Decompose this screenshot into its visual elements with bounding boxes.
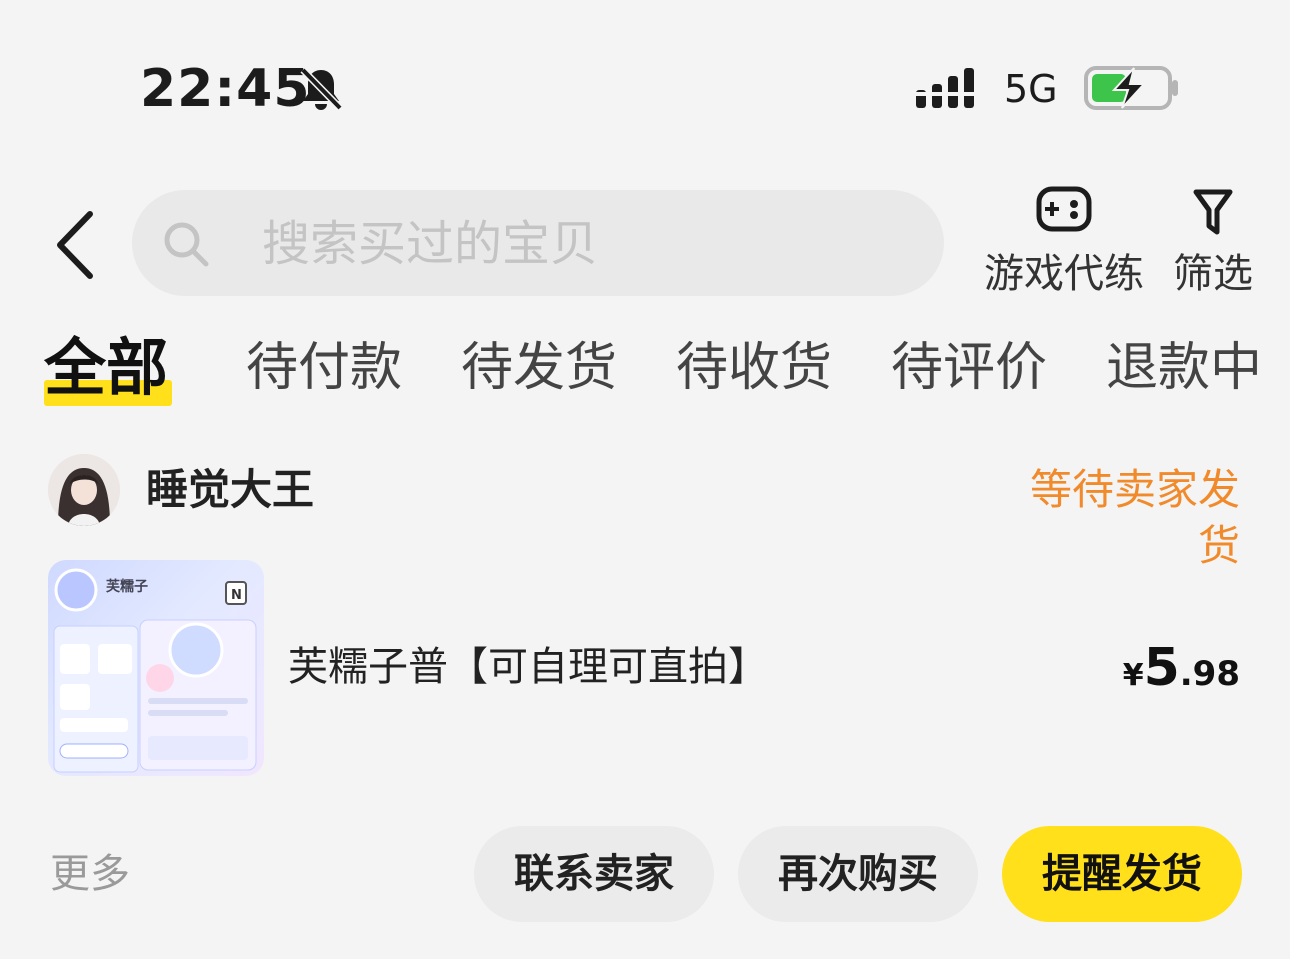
- thumbnail-text: 芙糯子: [106, 579, 148, 595]
- back-icon[interactable]: [52, 208, 98, 282]
- product-price: ¥5.98: [1080, 638, 1240, 710]
- order-status: 等待卖家发货: [1029, 465, 1240, 570]
- more-link[interactable]: 更多: [50, 850, 130, 898]
- price-integer: 5: [1143, 638, 1180, 698]
- price-currency: ¥: [1122, 658, 1144, 693]
- filter-button[interactable]: 筛选: [1168, 180, 1258, 302]
- signal-icon: [914, 68, 984, 108]
- avatar-image: [48, 454, 120, 526]
- remind-shipment-button[interactable]: 提醒发货: [1002, 826, 1242, 922]
- tab-pending-review[interactable]: 待评价: [891, 332, 1047, 404]
- thumbnail-artwork: N: [53, 568, 257, 773]
- price-decimal: .98: [1179, 654, 1240, 694]
- filter-icon: [1193, 189, 1233, 235]
- filter-label: 筛选: [1173, 251, 1253, 297]
- battery-charging-icon: [1084, 66, 1178, 110]
- tab-pending-shipment[interactable]: 待发货: [461, 332, 617, 404]
- search-bar[interactable]: [132, 190, 944, 296]
- game-boost-button[interactable]: 游戏代练: [980, 180, 1148, 302]
- tab-pending-payment[interactable]: 待付款: [246, 332, 402, 404]
- search-icon: [164, 222, 209, 267]
- tab-refund[interactable]: 退款中: [1106, 332, 1262, 404]
- seller-name[interactable]: 睡觉大王: [146, 462, 314, 518]
- gamepad-icon: [1036, 186, 1092, 232]
- product-title[interactable]: 芙糯子普【可自理可直拍】: [288, 640, 768, 694]
- seller-avatar[interactable]: [48, 454, 120, 526]
- product-thumbnail[interactable]: N 芙糯子: [48, 560, 264, 776]
- game-boost-label: 游戏代练: [984, 251, 1144, 297]
- tab-all[interactable]: 全部: [44, 332, 168, 404]
- search-input[interactable]: [260, 206, 904, 282]
- network-type: 5G: [1004, 67, 1058, 111]
- contact-seller-button[interactable]: 联系卖家: [474, 826, 714, 922]
- bell-mute-icon: [300, 67, 343, 111]
- status-time: 22:45: [140, 59, 311, 119]
- tab-pending-receipt[interactable]: 待收货: [676, 332, 832, 404]
- buy-again-button[interactable]: 再次购买: [738, 826, 978, 922]
- svg-text:N: N: [231, 588, 242, 603]
